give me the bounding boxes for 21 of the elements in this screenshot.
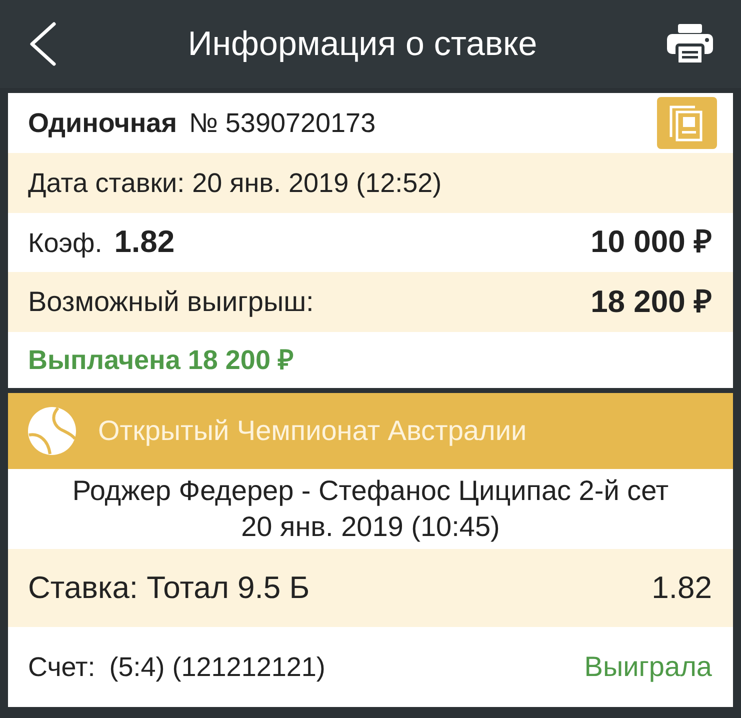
bet-number: № 5390720173 bbox=[188, 106, 376, 140]
match-name: Роджер Федерер - Стефанос Циципас 2-й сет bbox=[72, 474, 669, 508]
tournament-name: Открытый Чемпионат Австралии bbox=[98, 414, 527, 448]
printer-icon[interactable] bbox=[666, 24, 713, 64]
paid-out-status: Выплачена 18 200 ₽ bbox=[28, 344, 294, 377]
bet-date: Дата ставки: 20 янв. 2019 (12:52) bbox=[28, 166, 442, 200]
possible-win-amount: 18 200 ₽ bbox=[590, 282, 712, 321]
selection-text: Ставка: Тотал 9.5 Б bbox=[28, 568, 310, 607]
selection-odds: 1.82 bbox=[652, 568, 712, 607]
bet-result: Выиграла bbox=[584, 650, 712, 684]
page-title: Информация о ставке bbox=[188, 24, 538, 64]
stake-amount: 10 000 ₽ bbox=[590, 223, 712, 262]
match-date: 20 янв. 2019 (10:45) bbox=[241, 510, 500, 544]
back-icon[interactable] bbox=[28, 21, 58, 67]
score-label: Счет: bbox=[28, 650, 96, 684]
score-value: (5:4) (121212121) bbox=[109, 650, 326, 684]
odds-label: Коэф. bbox=[28, 227, 102, 260]
tennis-ball-icon bbox=[28, 407, 76, 455]
bet-type: Одиночная bbox=[28, 106, 177, 140]
possible-win-label: Возможный выигрыш: bbox=[28, 285, 314, 319]
odds-value: 1.82 bbox=[114, 223, 175, 262]
